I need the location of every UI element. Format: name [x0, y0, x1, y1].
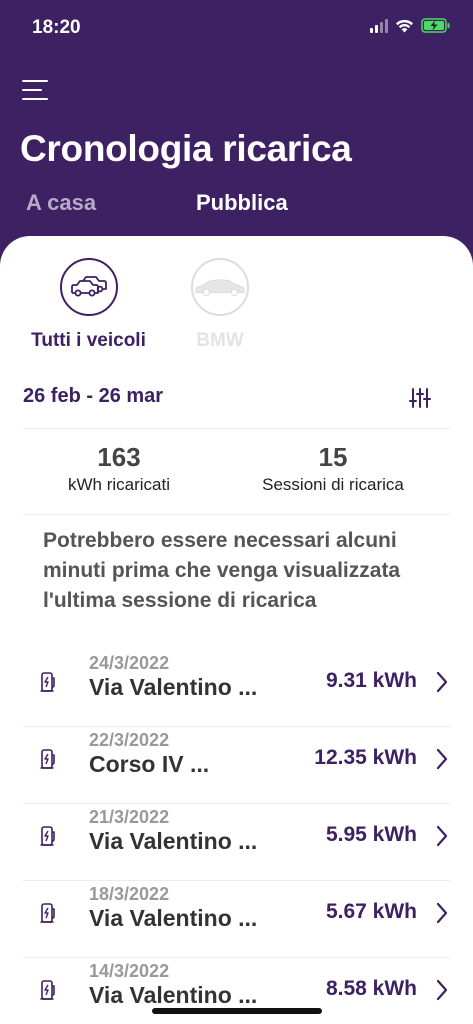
vehicle-filter-all[interactable]: Tutti i veicoli: [20, 258, 157, 352]
session-row[interactable]: 21/3/2022 Via Valentino ... 5.95 kWh: [23, 804, 450, 881]
charging-station-icon: [40, 901, 56, 930]
vehicle-all-circle: [59, 258, 118, 316]
session-date: 22/3/2022: [89, 730, 170, 750]
divider: [23, 514, 450, 515]
stat-kwh: 163 kWh ricaricati: [49, 442, 189, 495]
charging-station-icon: [40, 824, 56, 853]
charging-station-icon: [40, 670, 56, 699]
status-time: 18:20: [32, 17, 81, 38]
session-address: Via Valentino ...: [89, 982, 258, 1008]
session-row[interactable]: 18/3/2022 Via Valentino ... 5.67 kWh: [23, 881, 450, 958]
session-date: 24/3/2022: [89, 653, 170, 673]
session-row[interactable]: 22/3/2022 Corso IV ... 12.35 kWh: [23, 727, 450, 804]
page-title: Cronologia ricarica: [20, 128, 352, 169]
filter-sliders-icon[interactable]: [408, 386, 432, 410]
two-cars-icon: [70, 276, 107, 297]
content-sheet: Tutti i veicoli BMW 26 feb - 26 mar 163 …: [0, 236, 473, 1024]
session-energy: 5.67 kWh: [325, 900, 417, 923]
session-row[interactable]: 24/3/2022 Via Valentino ... 9.31 kWh: [23, 650, 450, 727]
delay-notice: Potrebbero essere necessari alcuni minut…: [43, 529, 401, 612]
stat-sessions-label: Sessioni di ricarica: [262, 475, 404, 494]
cellular-signal-icon: [370, 18, 388, 33]
charging-station-icon: [40, 978, 56, 1007]
session-row[interactable]: 14/3/2022 Via Valentino ... 8.58 kWh: [23, 958, 450, 1024]
stat-kwh-value: 163: [97, 442, 141, 472]
chevron-right-icon: [434, 823, 450, 854]
session-date: 18/3/2022: [89, 884, 170, 904]
session-address: Via Valentino ...: [89, 905, 258, 931]
car-icon: [195, 279, 245, 296]
stat-sessions-value: 15: [318, 442, 348, 472]
status-icons: [370, 18, 451, 33]
header: 18:20 Cronologia ricarica A casa Pubblic…: [0, 0, 473, 260]
session-address: Via Valentino ...: [89, 674, 258, 700]
session-date: 21/3/2022: [89, 807, 170, 827]
charging-station-icon: [40, 747, 56, 776]
session-address: Corso IV ...: [89, 751, 210, 777]
vehicle-bmw-label: BMW: [196, 330, 244, 351]
vehicle-all-label: Tutti i veicoli: [31, 330, 146, 351]
session-energy: 12.35 kWh: [314, 746, 417, 769]
status-bar: 18:20: [0, 0, 473, 56]
chevron-right-icon: [434, 977, 450, 1008]
tab-home[interactable]: A casa: [26, 190, 96, 216]
battery-charging-icon: [421, 18, 451, 33]
session-address: Via Valentino ...: [89, 828, 258, 854]
session-energy: 8.58 kWh: [325, 977, 417, 1000]
chevron-right-icon: [434, 900, 450, 931]
chevron-right-icon: [434, 746, 450, 777]
vehicle-filter-bmw[interactable]: BMW: [185, 258, 255, 352]
session-energy: 5.95 kWh: [325, 823, 417, 846]
session-date: 14/3/2022: [89, 961, 170, 981]
chevron-right-icon: [434, 669, 450, 700]
home-indicator: [152, 1008, 322, 1014]
divider: [23, 428, 450, 429]
session-energy: 9.31 kWh: [325, 669, 417, 692]
wifi-icon: [395, 19, 414, 33]
vehicle-bmw-circle: [191, 258, 249, 316]
date-range[interactable]: 26 feb - 26 mar: [23, 385, 163, 408]
hamburger-menu-icon[interactable]: [22, 78, 50, 104]
stat-sessions: 15 Sessioni di ricarica: [243, 442, 423, 495]
tab-public[interactable]: Pubblica: [196, 190, 288, 216]
stat-kwh-label: kWh ricaricati: [67, 475, 170, 494]
